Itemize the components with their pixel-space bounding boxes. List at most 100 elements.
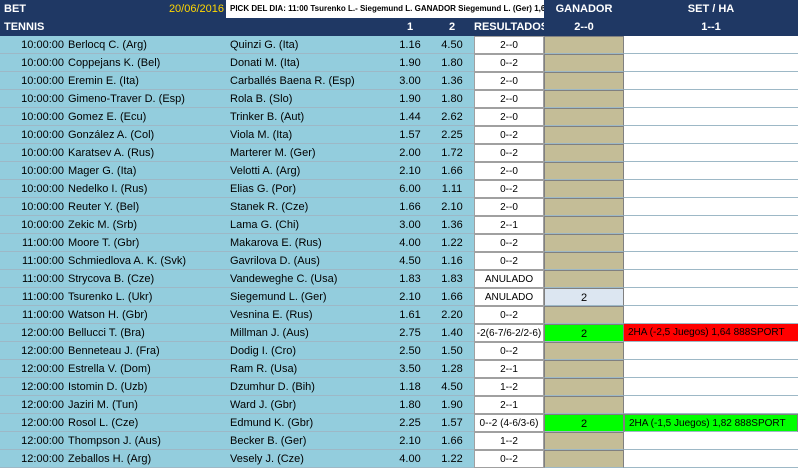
- set-ha-cell[interactable]: [624, 288, 798, 306]
- resultado-cell[interactable]: 2--1: [474, 216, 544, 234]
- player2-cell[interactable]: Quinzi G. (Ita): [226, 36, 390, 54]
- player1-cell[interactable]: Gomez E. (Ecu): [66, 108, 226, 126]
- resultado-cell[interactable]: 0--2: [474, 342, 544, 360]
- resultado-cell[interactable]: 2--0: [474, 90, 544, 108]
- player2-cell[interactable]: Vandeweghe C. (Usa): [226, 270, 390, 288]
- set-ha-cell[interactable]: [624, 126, 798, 144]
- odds2-cell[interactable]: 1.72: [430, 144, 474, 162]
- odds2-cell[interactable]: 1.36: [430, 72, 474, 90]
- resultado-cell[interactable]: 2--0: [474, 108, 544, 126]
- player1-cell[interactable]: Reuter Y. (Bel): [66, 198, 226, 216]
- odds1-cell[interactable]: 1.90: [390, 90, 430, 108]
- date-cell[interactable]: 20/06/2016: [160, 0, 226, 18]
- col2-header[interactable]: 2: [430, 18, 474, 36]
- ganador-cell[interactable]: [544, 234, 624, 252]
- odds2-cell[interactable]: 1.22: [430, 234, 474, 252]
- time-cell[interactable]: 10:00:00: [0, 36, 66, 54]
- set-ha-cell[interactable]: [624, 36, 798, 54]
- player1-cell[interactable]: Nedelko I. (Rus): [66, 180, 226, 198]
- ganador-cell[interactable]: [544, 54, 624, 72]
- ganador-cell[interactable]: [544, 36, 624, 54]
- odds2-cell[interactable]: 1.40: [430, 324, 474, 342]
- player2-cell[interactable]: Vesnina E. (Rus): [226, 306, 390, 324]
- resultado-cell[interactable]: 0--2: [474, 126, 544, 144]
- set-ha-cell[interactable]: [624, 216, 798, 234]
- resultado-cell[interactable]: 2--0: [474, 198, 544, 216]
- time-cell[interactable]: 10:00:00: [0, 144, 66, 162]
- time-cell[interactable]: 10:00:00: [0, 162, 66, 180]
- time-cell[interactable]: 12:00:00: [0, 378, 66, 396]
- player1-cell[interactable]: Rosol L. (Cze): [66, 414, 226, 432]
- ganador-cell[interactable]: 2: [544, 324, 624, 342]
- player2-cell[interactable]: Marterer M. (Ger): [226, 144, 390, 162]
- odds1-cell[interactable]: 3.00: [390, 72, 430, 90]
- set-ha-cell[interactable]: [624, 108, 798, 126]
- odds1-cell[interactable]: 1.57: [390, 126, 430, 144]
- ganador-cell[interactable]: [544, 162, 624, 180]
- resultado-cell[interactable]: 0--2: [474, 450, 544, 468]
- time-cell[interactable]: 10:00:00: [0, 216, 66, 234]
- resultado-cell[interactable]: 2--1: [474, 396, 544, 414]
- odds1-cell[interactable]: 2.10: [390, 162, 430, 180]
- ganador-cell[interactable]: [544, 360, 624, 378]
- time-cell[interactable]: 12:00:00: [0, 324, 66, 342]
- ganador-cell[interactable]: [544, 108, 624, 126]
- player2-cell[interactable]: Carballés Baena R. (Esp): [226, 72, 390, 90]
- resultado-cell[interactable]: 0--2 (4-6/3-6): [474, 414, 544, 432]
- player2-cell[interactable]: Becker B. (Ger): [226, 432, 390, 450]
- set-ha-cell[interactable]: [624, 144, 798, 162]
- ganador-cell[interactable]: [544, 306, 624, 324]
- player1-cell[interactable]: Zeballos H. (Arg): [66, 450, 226, 468]
- odds1-cell[interactable]: 1.61: [390, 306, 430, 324]
- set-ha-cell[interactable]: [624, 270, 798, 288]
- ganador-cell[interactable]: [544, 252, 624, 270]
- odds1-cell[interactable]: 4.00: [390, 234, 430, 252]
- time-cell[interactable]: 12:00:00: [0, 342, 66, 360]
- player2-cell[interactable]: Velotti A. (Arg): [226, 162, 390, 180]
- player1-cell[interactable]: Eremin E. (Ita): [66, 72, 226, 90]
- odds2-cell[interactable]: 2.10: [430, 198, 474, 216]
- resultado-cell[interactable]: -2(6-7/6-2/2-6): [474, 324, 544, 342]
- odds2-cell[interactable]: 4.50: [430, 378, 474, 396]
- ganador-cell[interactable]: [544, 432, 624, 450]
- player2-cell[interactable]: Dzumhur D. (Bih): [226, 378, 390, 396]
- resultado-cell[interactable]: 1--2: [474, 378, 544, 396]
- odds2-cell[interactable]: 1.36: [430, 216, 474, 234]
- odds1-cell[interactable]: 2.75: [390, 324, 430, 342]
- ganador-cell[interactable]: [544, 450, 624, 468]
- odds2-cell[interactable]: 2.62: [430, 108, 474, 126]
- ganador-cell[interactable]: 2: [544, 288, 624, 306]
- odds1-cell[interactable]: 1.44: [390, 108, 430, 126]
- ganador-cell[interactable]: [544, 342, 624, 360]
- player1-cell[interactable]: Thompson J. (Aus): [66, 432, 226, 450]
- odds1-cell[interactable]: 2.25: [390, 414, 430, 432]
- time-cell[interactable]: 11:00:00: [0, 234, 66, 252]
- time-cell[interactable]: 11:00:00: [0, 252, 66, 270]
- player2-cell[interactable]: Viola M. (Ita): [226, 126, 390, 144]
- time-cell[interactable]: 10:00:00: [0, 180, 66, 198]
- player1-cell[interactable]: Jaziri M. (Tun): [66, 396, 226, 414]
- set-ha-cell[interactable]: [624, 396, 798, 414]
- resultados-header[interactable]: RESULTADOS: [474, 18, 544, 36]
- odds2-cell[interactable]: 1.80: [430, 90, 474, 108]
- odds1-cell[interactable]: 4.50: [390, 252, 430, 270]
- odds2-cell[interactable]: 1.66: [430, 162, 474, 180]
- odds1-cell[interactable]: 1.83: [390, 270, 430, 288]
- time-cell[interactable]: 12:00:00: [0, 396, 66, 414]
- odds2-cell[interactable]: 1.90: [430, 396, 474, 414]
- player2-cell[interactable]: Siegemund L. (Ger): [226, 288, 390, 306]
- player2-cell[interactable]: Gavrilova D. (Aus): [226, 252, 390, 270]
- player2-cell[interactable]: Donati M. (Ita): [226, 54, 390, 72]
- resultado-cell[interactable]: 2--1: [474, 360, 544, 378]
- ganador-cell[interactable]: [544, 378, 624, 396]
- time-cell[interactable]: 10:00:00: [0, 198, 66, 216]
- set-ha-cell[interactable]: [624, 342, 798, 360]
- time-cell[interactable]: 10:00:00: [0, 108, 66, 126]
- set-ha-cell[interactable]: 2HA (-2,5 Juegos) 1,64 888SPORT: [624, 324, 798, 342]
- resultado-cell[interactable]: ANULADO: [474, 270, 544, 288]
- set-ha-cell[interactable]: [624, 306, 798, 324]
- odds2-cell[interactable]: 1.66: [430, 432, 474, 450]
- resultado-cell[interactable]: 2--0: [474, 36, 544, 54]
- odds2-cell[interactable]: 2.25: [430, 126, 474, 144]
- ganador-score[interactable]: 2--0: [544, 18, 624, 36]
